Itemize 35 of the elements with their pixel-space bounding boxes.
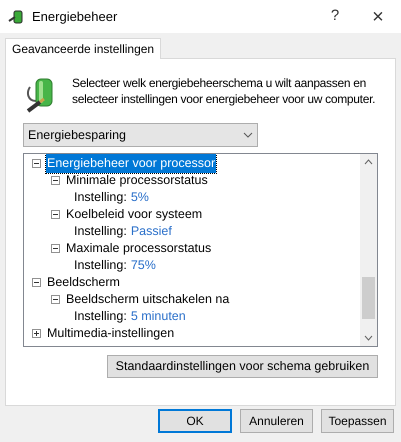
dialog-button[interactable]: OK bbox=[158, 409, 232, 433]
close-button[interactable]: × bbox=[355, 2, 401, 32]
help-button[interactable]: ? bbox=[315, 5, 355, 28]
setting-value[interactable]: 75% bbox=[130, 256, 156, 275]
setting-value[interactable]: Passief bbox=[130, 222, 172, 241]
collapse-icon[interactable] bbox=[51, 210, 60, 219]
restore-defaults-button[interactable]: Standaardinstellingen voor schema gebruiken bbox=[107, 355, 378, 378]
window-title: Energiebeheer bbox=[32, 8, 118, 26]
setting-value[interactable]: 5% bbox=[130, 188, 149, 207]
collapse-icon[interactable] bbox=[32, 278, 41, 287]
expand-icon[interactable] bbox=[32, 329, 41, 338]
dialog-button[interactable]: Toepassen bbox=[321, 409, 394, 433]
collapse-icon[interactable] bbox=[51, 244, 60, 253]
tree-item[interactable]: Beeldscherm uitschakelen na bbox=[65, 290, 230, 309]
setting-label: Instelling: bbox=[74, 223, 127, 240]
collapse-icon[interactable] bbox=[51, 295, 60, 304]
setting-value[interactable]: 5 minuten bbox=[130, 307, 186, 326]
tree-item[interactable]: Beeldscherm bbox=[46, 273, 121, 292]
tab[interactable]: Geavanceerde instellingen bbox=[5, 38, 162, 59]
collapse-icon[interactable] bbox=[32, 159, 41, 168]
scrollbar[interactable] bbox=[360, 154, 377, 346]
setting-label: Instelling: bbox=[74, 189, 127, 206]
setting-label: Instelling: bbox=[74, 308, 127, 326]
chevron-down-icon bbox=[243, 132, 253, 138]
description-text: Selecteer welk energiebeheerschema u wilt aanpassen en selecteer instellingen voor energiebeheer voor uw computer. bbox=[72, 75, 376, 108]
collapse-icon[interactable] bbox=[51, 176, 60, 185]
tree-item[interactable]: Energiebeheer voor processor bbox=[46, 154, 216, 173]
plan-dropdown[interactable]: Energiebesparing bbox=[23, 123, 258, 147]
scrollbar-thumb[interactable] bbox=[362, 277, 375, 319]
tree-item[interactable]: Koelbeleid voor systeem bbox=[65, 205, 204, 224]
tree-item[interactable]: Minimale processorstatus bbox=[65, 171, 209, 190]
tree-item[interactable]: Maximale processorstatus bbox=[65, 239, 212, 258]
setting-label: Instelling: bbox=[74, 257, 127, 274]
dialog-button[interactable]: Annuleren bbox=[240, 409, 313, 433]
tree-item[interactable]: Multimedia-instellingen bbox=[46, 324, 176, 343]
